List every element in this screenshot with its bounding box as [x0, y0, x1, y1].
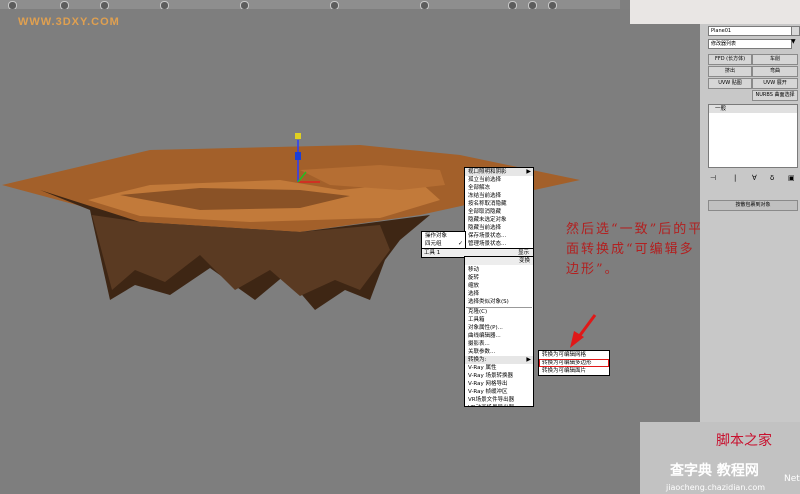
menu-item-wire-parameters[interactable]: 关联参数...: [465, 348, 533, 356]
menu-item-vr-anim-exporter[interactable]: VR动画场景导出器: [465, 404, 533, 406]
quad-menu-display: 视口照明和阴影 ▶ 孤立当前选择 全部解冻 冻结当前选择 按名称取消隐藏 全部取…: [464, 167, 534, 251]
ffd-box-button[interactable]: FFD (长方体): [708, 54, 752, 65]
menu-item-convert-patch[interactable]: 转换为可编辑面片: [539, 367, 609, 375]
menu-item-vr-scene-file-exporter[interactable]: VR场景文件导出器: [465, 396, 533, 404]
menu-item-vray-mesh-export[interactable]: V-Ray 网格导出: [465, 380, 533, 388]
site-name: 脚本之家: [716, 433, 772, 449]
pin-stack-icon[interactable]: ⊣: [710, 174, 716, 182]
remove-modifier-icon[interactable]: δ: [770, 174, 774, 182]
menu-item-convert-mesh[interactable]: 转换为可编辑网格: [539, 351, 609, 359]
uvw-unwrap-button[interactable]: UVW 展开: [752, 78, 798, 89]
site2-name: 查字典 教程网: [670, 463, 759, 479]
nurbs-surface-select-button[interactable]: NURBS 曲面选择: [752, 90, 798, 101]
menu-item-save-scene-state[interactable]: 保存场景状态...: [465, 232, 533, 240]
convert-submenu: 转换为可编辑网格 转换为可编辑多边形 转换为可编辑面片: [538, 350, 610, 376]
submenu-arrow-icon: ▶: [526, 168, 531, 175]
menu-item-toolbox[interactable]: 工具箱: [465, 316, 533, 324]
menu-item-object-properties[interactable]: 对象属性(P)...: [465, 324, 533, 332]
object-name-field[interactable]: Plane01: [708, 26, 792, 36]
stack-toolbar: ⊣ | ∀ δ ▣: [708, 174, 796, 184]
panel-corner: [630, 0, 800, 24]
menu-item-convert-to[interactable]: 转换为:: [465, 356, 533, 364]
menu-item-isolate[interactable]: 孤立当前选择: [465, 176, 533, 184]
menu-item-move[interactable]: 移动: [465, 266, 533, 274]
stack-item[interactable]: 一般: [709, 105, 797, 113]
configure-sets-icon[interactable]: ▣: [788, 174, 795, 182]
check-icon: ✓: [457, 240, 463, 247]
bend-button[interactable]: 弯曲: [752, 66, 798, 77]
menu-item-vray-scene-converter[interactable]: V-Ray 场景转换器: [465, 372, 533, 380]
transform-header: 变换: [465, 257, 533, 265]
menu-item-clone[interactable]: 克隆(C): [465, 308, 533, 316]
menu-item-freeze-selection[interactable]: 冻结当前选择: [465, 192, 533, 200]
menu-item-dope-sheet[interactable]: 摄影表...: [465, 340, 533, 348]
uvw-map-button[interactable]: UVW 贴图: [708, 78, 752, 89]
menu-item-select[interactable]: 选择: [465, 290, 533, 298]
menu-item-viewport-lighting[interactable]: 视口照明和阴影: [465, 168, 533, 176]
menu-item-vray-frame-buffer[interactable]: V-Ray 帧缓冲区: [465, 388, 533, 396]
menu-item-curve-editor[interactable]: 曲线编辑器...: [465, 332, 533, 340]
chevron-down-icon: ▼: [791, 38, 796, 45]
extrude-button[interactable]: 挤出: [708, 66, 752, 77]
modifier-stack[interactable]: 一般: [708, 104, 798, 168]
menu-item-select-similar[interactable]: 选择类似对象(S): [465, 298, 533, 306]
menu-item-convert-poly[interactable]: 转换为可编辑多边形: [539, 359, 609, 367]
menu-item-unhide-all[interactable]: 全部取消隐藏: [465, 208, 533, 216]
menu-item-scale[interactable]: 缩放: [465, 282, 533, 290]
watermark-top: WWW.3DXY.COM: [18, 16, 120, 28]
submenu-arrow-icon: ▶: [526, 356, 531, 363]
object-color-swatch[interactable]: [791, 26, 800, 36]
params-rollout[interactable]: 按散包裹到对象: [708, 200, 798, 211]
menu-item-operate-objects[interactable]: 操作对象: [422, 232, 465, 240]
transform-header-label: 变换: [518, 258, 530, 264]
quad-header-left: 工具 1: [424, 250, 441, 256]
menu-item-vray-properties[interactable]: V-Ray 属性: [465, 364, 533, 372]
menu-item-manage-scene-states[interactable]: 管理场景状态...: [465, 240, 533, 248]
lathe-button[interactable]: 车削: [752, 54, 798, 65]
modifier-list-dropdown[interactable]: 修改器列表: [708, 39, 792, 49]
menu-item-hide-selection[interactable]: 隐藏当前选择: [465, 224, 533, 232]
net-label: Net: [784, 474, 800, 484]
quad-menu-transform: 变换 移动 旋转 缩放 选择 选择类似对象(S) 克隆(C) 工具箱 对象属性(…: [464, 256, 534, 407]
menu-item-hide-unselected[interactable]: 隐藏未选定对象: [465, 216, 533, 224]
watermark-logo: 脚本之家 查字典 教程网 Net jiaocheng.chazidian.com: [640, 422, 800, 494]
menu-item-unfreeze-all[interactable]: 全部解冻: [465, 184, 533, 192]
show-end-result-icon[interactable]: |: [734, 174, 736, 182]
menu-item-rotate[interactable]: 旋转: [465, 274, 533, 282]
annotation-text: 然后选“一致”后的平面转换成“可编辑多边形”。: [566, 222, 704, 277]
watermark-url: jiaocheng.chazidian.com: [666, 483, 766, 492]
make-unique-icon[interactable]: ∀: [752, 174, 757, 182]
menu-item-unhide-by-name[interactable]: 按名称取消隐藏: [465, 200, 533, 208]
